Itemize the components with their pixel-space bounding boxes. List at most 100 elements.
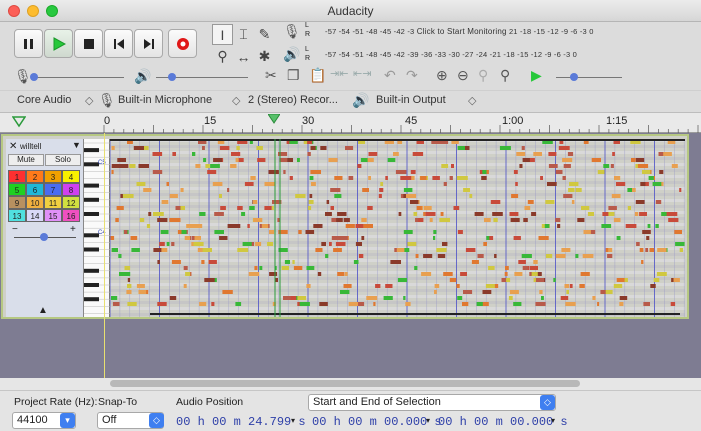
- multi-tool-icon[interactable]: ✱: [254, 46, 275, 67]
- track-area[interactable]: ✕ willtell ▼ Mute Solo 1 2 3 45 6 7 89 10 11 1213…: [0, 133, 701, 378]
- piano-keyboard[interactable]: C5 C4: [84, 139, 110, 317]
- selection-mode-dropdown-icon[interactable]: ◇: [540, 395, 555, 410]
- speaker-icon[interactable]: 🔊: [283, 46, 300, 63]
- midi-note: [117, 158, 126, 162]
- project-rate-dropdown-icon[interactable]: ▾: [60, 413, 75, 428]
- midi-note: [652, 182, 662, 186]
- selection-start-menu-icon[interactable]: ▾: [426, 416, 430, 425]
- draw-tool-icon[interactable]: ✎: [254, 24, 275, 45]
- copy-icon[interactable]: ❐: [287, 67, 300, 84]
- channel-button-14[interactable]: 14: [26, 209, 44, 222]
- channel-button-7[interactable]: 7: [44, 183, 62, 196]
- collapse-track-icon[interactable]: ▲: [38, 305, 48, 316]
- channel-button-6[interactable]: 6: [26, 183, 44, 196]
- channel-button-15[interactable]: 15: [44, 209, 62, 222]
- redo-icon[interactable]: ↷: [406, 67, 418, 84]
- midi-note: [463, 290, 473, 294]
- record-button[interactable]: [168, 29, 197, 58]
- midi-note: [560, 296, 569, 300]
- paste-icon[interactable]: 📋: [309, 67, 326, 84]
- cut-icon[interactable]: ✂: [265, 67, 277, 84]
- channel-button-10[interactable]: 10: [26, 196, 44, 209]
- channel-button-9[interactable]: 9: [8, 196, 26, 209]
- track-close-icon[interactable]: ✕: [9, 141, 17, 152]
- snap-to-dropdown-icon[interactable]: ◇: [149, 413, 164, 428]
- midi-note: [481, 176, 487, 180]
- audio-host-select[interactable]: Core Audio: [17, 94, 71, 106]
- input-device-select[interactable]: Built-in Microphone: [118, 94, 212, 106]
- output-device-select[interactable]: Built-in Output: [376, 94, 446, 106]
- trim-icon[interactable]: ⇥⇤: [330, 67, 348, 80]
- velocity-thumb[interactable]: [40, 233, 48, 241]
- play-button[interactable]: [44, 29, 73, 58]
- note-roll[interactable]: [110, 139, 685, 317]
- midi-note: [297, 302, 300, 306]
- skip-to-end-button[interactable]: [134, 29, 163, 58]
- zoom-out-icon[interactable]: ⊖: [457, 67, 469, 84]
- channel-button-1[interactable]: 1: [8, 170, 26, 183]
- playback-volume-thumb[interactable]: [168, 73, 176, 81]
- mute-button[interactable]: Mute: [8, 154, 44, 166]
- output-device-icon: 🔊: [352, 92, 370, 108]
- horizontal-scrollbar[interactable]: [110, 380, 580, 387]
- midi-note: [655, 200, 662, 204]
- channel-button-2[interactable]: 2: [26, 170, 44, 183]
- channels-select[interactable]: 2 (Stereo) Recor...: [248, 94, 338, 106]
- midi-note: [214, 230, 224, 234]
- recording-volume-thumb[interactable]: [30, 73, 38, 81]
- selection-tool-icon[interactable]: I: [212, 24, 233, 45]
- midi-note: [390, 260, 401, 264]
- midi-note: [423, 212, 426, 216]
- channel-button-3[interactable]: 3: [44, 170, 62, 183]
- play-speed-slider[interactable]: [556, 77, 622, 78]
- silence-icon[interactable]: ⇤⇥: [353, 67, 371, 80]
- selection-start-value[interactable]: 00 h 00 m 00.000 s: [312, 415, 442, 429]
- midi-note: [641, 260, 644, 264]
- play-speed-thumb[interactable]: [570, 73, 578, 81]
- zoom-tool-icon[interactable]: ⚲: [212, 46, 233, 67]
- project-rate-label: Project Rate (Hz):: [14, 396, 98, 408]
- track-name[interactable]: willtell: [20, 142, 41, 151]
- channel-button-8[interactable]: 8: [62, 183, 80, 196]
- record-meter-prompt[interactable]: Click to Start Monitoring: [417, 27, 507, 36]
- record-meter[interactable]: -57 -54 -51 -48 -45 -42 -3 Click to Star…: [325, 27, 594, 36]
- track-menu-chevron-icon[interactable]: ▼: [72, 140, 81, 150]
- pause-button[interactable]: [14, 29, 43, 58]
- play-meter[interactable]: -57 -54 -51 -48 -45 -42 -39 -36 -33 -30 …: [325, 50, 577, 59]
- selection-end-menu-icon[interactable]: ▾: [551, 416, 555, 425]
- midi-note: [343, 284, 347, 288]
- envelope-tool-icon[interactable]: ⌶: [233, 24, 254, 45]
- skip-to-start-button[interactable]: [104, 29, 133, 58]
- midi-note: [521, 254, 532, 258]
- selection-end-value[interactable]: 00 h 00 m 00.000 s: [438, 415, 568, 429]
- fit-selection-icon[interactable]: ⚲: [478, 67, 488, 84]
- play-at-speed-icon[interactable]: ▶: [531, 67, 542, 84]
- channel-button-4[interactable]: 4: [62, 170, 80, 183]
- solo-button[interactable]: Solo: [45, 154, 81, 166]
- zoom-in-icon[interactable]: ⊕: [436, 67, 448, 84]
- channel-button-13[interactable]: 13: [8, 209, 26, 222]
- audio-position-menu-icon[interactable]: ▾: [291, 416, 295, 425]
- undo-icon[interactable]: ↶: [384, 67, 396, 84]
- midi-note: [360, 158, 368, 162]
- midi-note: [515, 182, 518, 186]
- fit-project-icon[interactable]: ⚲: [500, 67, 510, 84]
- midi-note: [533, 152, 542, 156]
- channel-button-11[interactable]: 11: [44, 196, 62, 209]
- time-shift-tool-icon[interactable]: ↔: [233, 46, 254, 67]
- midi-note: [544, 224, 550, 228]
- track-control-panel[interactable]: ✕ willtell ▼ Mute Solo 1 2 3 45 6 7 89 10 11 1213…: [6, 139, 84, 317]
- midi-note: [397, 278, 408, 282]
- midi-note: [456, 176, 468, 180]
- channel-button-16[interactable]: 16: [62, 209, 80, 222]
- midi-note: [256, 146, 263, 150]
- timeline-ruler[interactable]: 0 15 30 45 1:00 1:15: [0, 112, 701, 133]
- channel-button-12[interactable]: 12: [62, 196, 80, 209]
- midi-note: [647, 224, 651, 228]
- channel-button-5[interactable]: 5: [8, 183, 26, 196]
- selection-mode-select[interactable]: Start and End of Selection: [308, 394, 556, 411]
- recording-volume-slider[interactable]: [32, 77, 124, 78]
- stop-button[interactable]: [74, 29, 103, 58]
- microphone-icon[interactable]: 🎙: [283, 23, 301, 40]
- audio-position-value[interactable]: 00 h 00 m 24.799 s: [176, 415, 306, 429]
